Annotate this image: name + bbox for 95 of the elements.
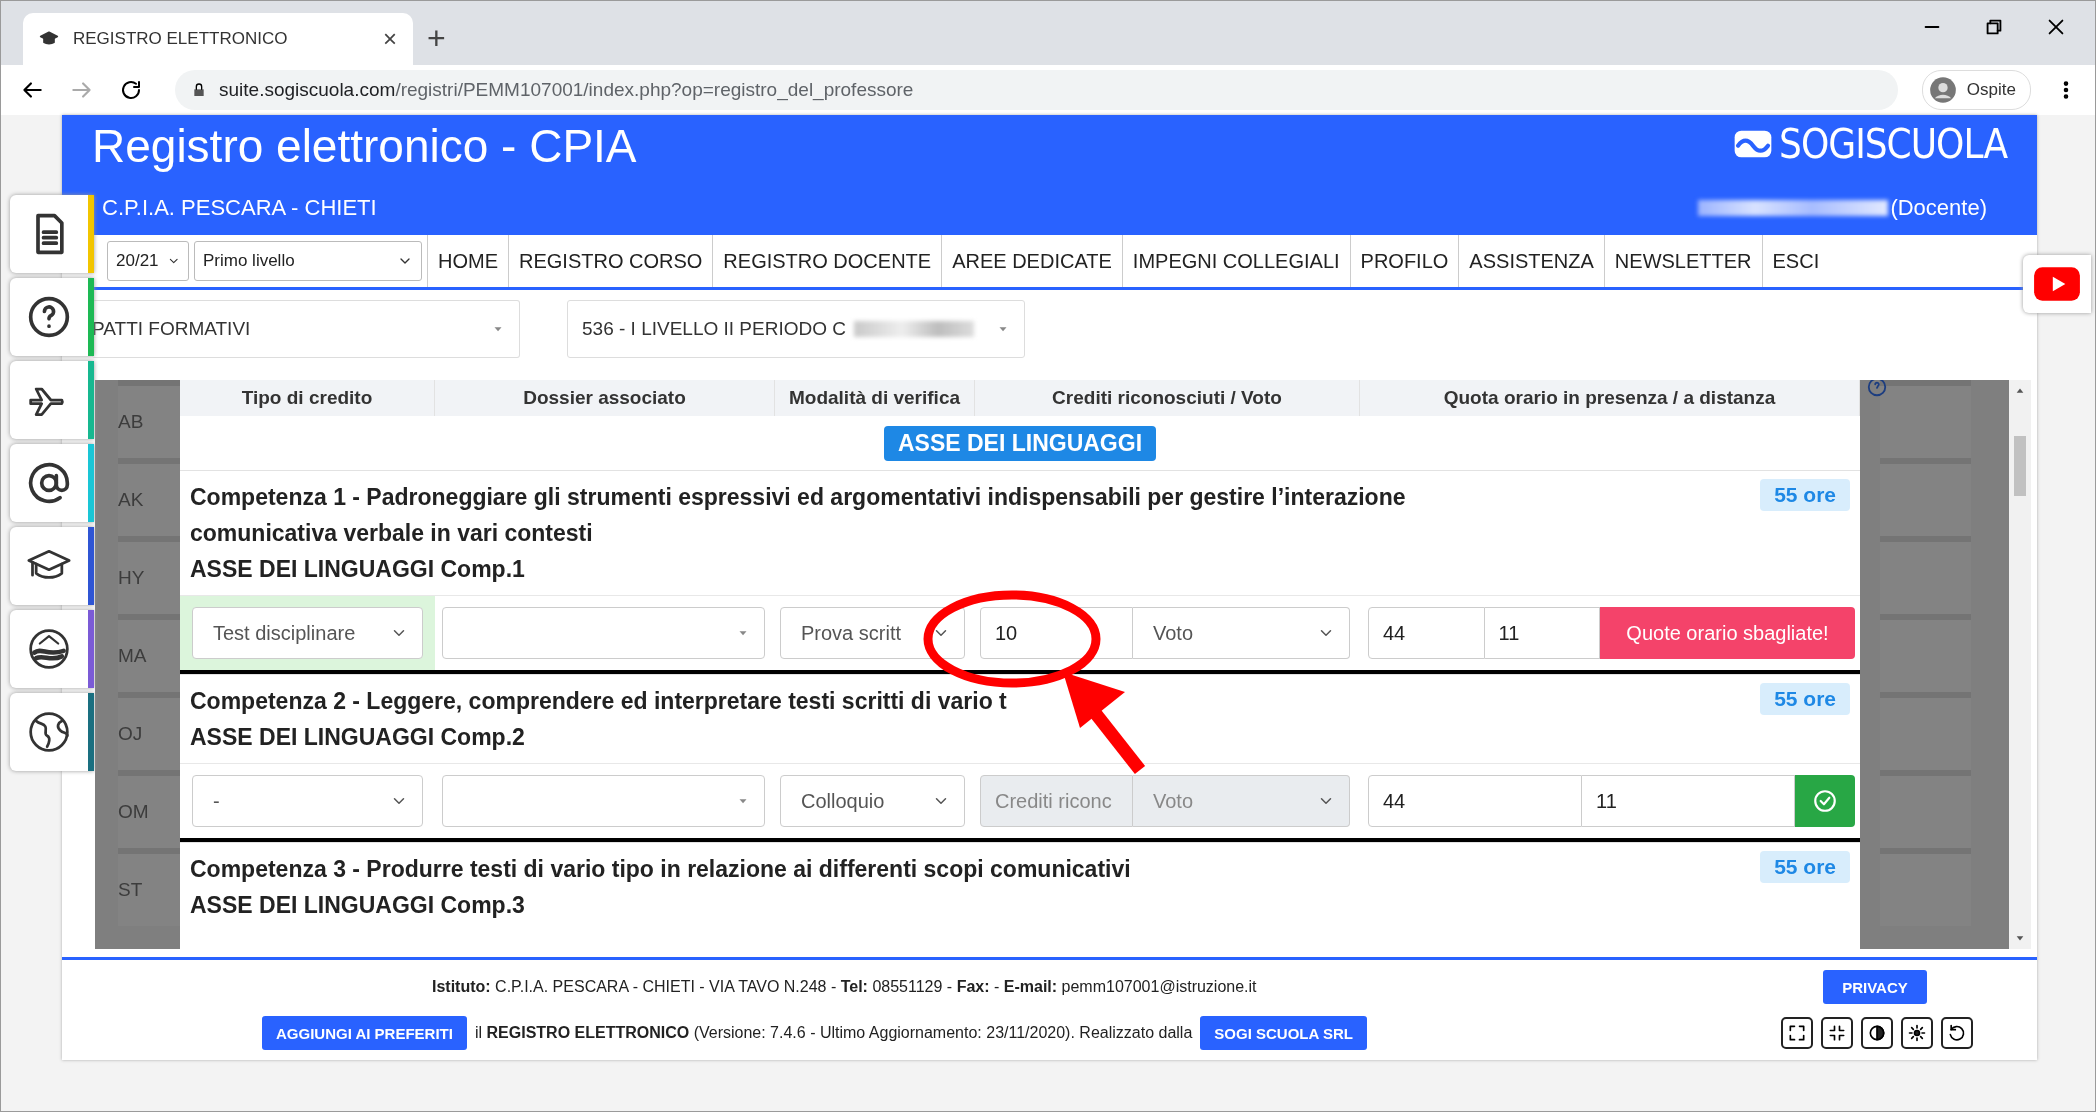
contact-info: Istituto: C.P.I.A. PESCARA - CHIETI - VIA TAVO N.248 - Tel: 08551129 - Fax: - E-mail: pemm107001@istruzione.it: [432, 978, 1257, 996]
close-tab-button[interactable]: ×: [383, 25, 397, 53]
round-emblem-tab[interactable]: [10, 610, 94, 688]
scroll-thumb[interactable]: [2014, 436, 2026, 496]
competence-title: Competenza 3 - Produrre testi di vario tipo in relazione ai differenti scopi comunicativi: [190, 855, 1131, 884]
filter-dropdown[interactable]: PATTI FORMATIVI: [92, 300, 520, 358]
in-person-hours-input[interactable]: 44: [1368, 607, 1485, 659]
competence-title: Competenza 1 - Padroneggiare gli strumenti espressivi ed argomentativi indispensabili per gestire l’interazione comunicativa verbale in vari contesti: [190, 483, 1407, 548]
background-cell: ST: [118, 848, 180, 926]
column-header: Dossier associato: [435, 380, 775, 416]
at-sign-icon: [27, 461, 71, 505]
dropdown-value: 536 - I LIVELLO II PERIODO C: [582, 318, 846, 340]
credits-input[interactable]: 10: [980, 607, 1133, 659]
shrink-button[interactable]: [1821, 1017, 1853, 1049]
background-cell: HY: [118, 536, 180, 614]
check-button[interactable]: [1795, 775, 1855, 827]
nav-link[interactable]: AREE DEDICATE: [941, 235, 1122, 287]
competence-code: ASSE DEI LINGUAGGI Comp.2: [190, 723, 526, 752]
year-dropdown[interactable]: 20/21: [107, 241, 189, 281]
credit-type-dropdown[interactable]: -: [192, 775, 423, 827]
fullscreen-button[interactable]: [1781, 1017, 1813, 1049]
hours-badge: 55 ore: [1760, 479, 1850, 511]
lock-icon: [191, 82, 207, 98]
graduation-cap-tab[interactable]: [10, 527, 94, 605]
error-button[interactable]: Quote orario sbagliate!: [1600, 607, 1855, 659]
competence-title: Competenza 2 - Leggere, comprendere ed interpretare testi scritti di vario t: [190, 687, 1007, 716]
column-header: Crediti riconosciuti / Voto: [975, 380, 1360, 416]
help-icon: [27, 295, 71, 339]
background-cell: AB: [118, 380, 180, 458]
background-cell: OJ: [118, 692, 180, 770]
scroll-up-icon: [2015, 386, 2025, 396]
profile-button[interactable]: Ospite: [1921, 70, 2031, 110]
nav-link[interactable]: ESCI: [1761, 235, 1830, 287]
favorites-button[interactable]: AGGIUNGI AI PREFERITI: [262, 1016, 467, 1050]
credits-text: il REGISTRO ELETTRONICO (Versione: 7.4.6 - Ultimo Aggiornamento: 23/11/2020). Realizzato dalla: [474, 1024, 1193, 1042]
globe-icon: [27, 710, 71, 754]
credit-type-dropdown[interactable]: Test disciplinare: [192, 607, 423, 659]
grade-dropdown[interactable]: Voto: [1133, 607, 1350, 659]
airplane-tab[interactable]: [10, 361, 94, 439]
privacy-button[interactable]: PRIVACY: [1823, 970, 1927, 1004]
company-button[interactable]: SOGI SCUOLA SRL: [1200, 1016, 1367, 1050]
round-emblem-icon: [27, 627, 71, 671]
dropdown-value: PATTI FORMATIVI: [92, 318, 251, 340]
nav-link[interactable]: REGISTRO DOCENTE: [712, 235, 942, 287]
shrink-icon: [1827, 1023, 1847, 1043]
column-header: Modalità di verifica: [775, 380, 975, 416]
reset-button[interactable]: [1941, 1017, 1973, 1049]
nav-link[interactable]: IMPEGNI COLLEGIALI: [1121, 235, 1350, 287]
competence-code: ASSE DEI LINGUAGGI Comp.1: [190, 555, 526, 584]
help-icon: [1866, 380, 1888, 398]
school-name: C.P.I.A. PESCARA - CHIETI: [101, 195, 377, 222]
brightness-icon: [1907, 1023, 1927, 1043]
nav-link[interactable]: REGISTRO CORSO: [508, 235, 713, 287]
app-title: Registro elettronico - CPIA: [92, 119, 637, 173]
brightness-button[interactable]: [1901, 1017, 1933, 1049]
competence-code: ASSE DEI LINGUAGGI Comp.3: [190, 891, 526, 920]
reload-icon[interactable]: [119, 78, 143, 102]
url-text: suite.sogiscuola.com/registri/PEMM107001/index.php?op=registro_del_professore: [219, 79, 914, 101]
verification-dropdown[interactable]: Colloquio: [780, 775, 965, 827]
tab-title: REGISTRO ELETTRONICO: [73, 29, 289, 49]
nav-link[interactable]: HOME: [427, 235, 508, 287]
globe-tab[interactable]: [10, 693, 94, 771]
hours-badge: 55 ore: [1760, 683, 1850, 715]
avatar-icon: [1928, 76, 1957, 104]
contrast-button[interactable]: [1861, 1017, 1893, 1049]
document-tab[interactable]: [10, 195, 94, 273]
video-tab[interactable]: [2023, 255, 2091, 313]
nav-link[interactable]: NEWSLETTER: [1603, 235, 1762, 287]
contrast-icon: [1867, 1023, 1887, 1043]
verification-dropdown[interactable]: Prova scritt: [780, 607, 965, 659]
in-person-hours-input[interactable]: 44: [1368, 775, 1582, 827]
address-bar[interactable]: suite.sogiscuola.com/registri/PEMM107001/index.php?op=registro_del_professore: [175, 70, 1898, 110]
column-header: Tipo di credito: [180, 380, 435, 416]
user-role: (Docente): [1890, 195, 1987, 221]
nav-link[interactable]: PROFILO: [1349, 235, 1459, 287]
help-tab[interactable]: [10, 278, 94, 356]
remote-hours-input[interactable]: 11: [1582, 775, 1795, 827]
filter-dropdown[interactable]: 536 - I LIVELLO II PERIODO C: [567, 300, 1025, 358]
background-cell: AK: [118, 458, 180, 536]
new-tab-button[interactable]: +: [427, 20, 446, 57]
at-sign-tab[interactable]: [10, 444, 94, 522]
scrollbar[interactable]: [2009, 380, 2031, 949]
browser-tab[interactable]: REGISTRO ELETTRONICO ×: [23, 13, 413, 65]
level-dropdown[interactable]: Primo livello: [194, 241, 422, 281]
nav-link[interactable]: ASSISTENZA: [1458, 235, 1604, 287]
background-cell: OM: [118, 770, 180, 848]
brand-logo: SOGISCUOLA: [1733, 121, 2007, 167]
column-header: Quota orario in presenza / a distanza: [1360, 380, 1860, 416]
reset-icon: [1947, 1023, 1967, 1043]
scroll-down-icon: [2015, 933, 2025, 943]
axis-badge: ASSE DEI LINGUAGGI: [883, 425, 1157, 461]
background-cell: MA: [118, 614, 180, 692]
check-circle-icon: [1812, 788, 1838, 814]
hours-badge: 55 ore: [1760, 851, 1850, 883]
fullscreen-icon: [1787, 1023, 1807, 1043]
